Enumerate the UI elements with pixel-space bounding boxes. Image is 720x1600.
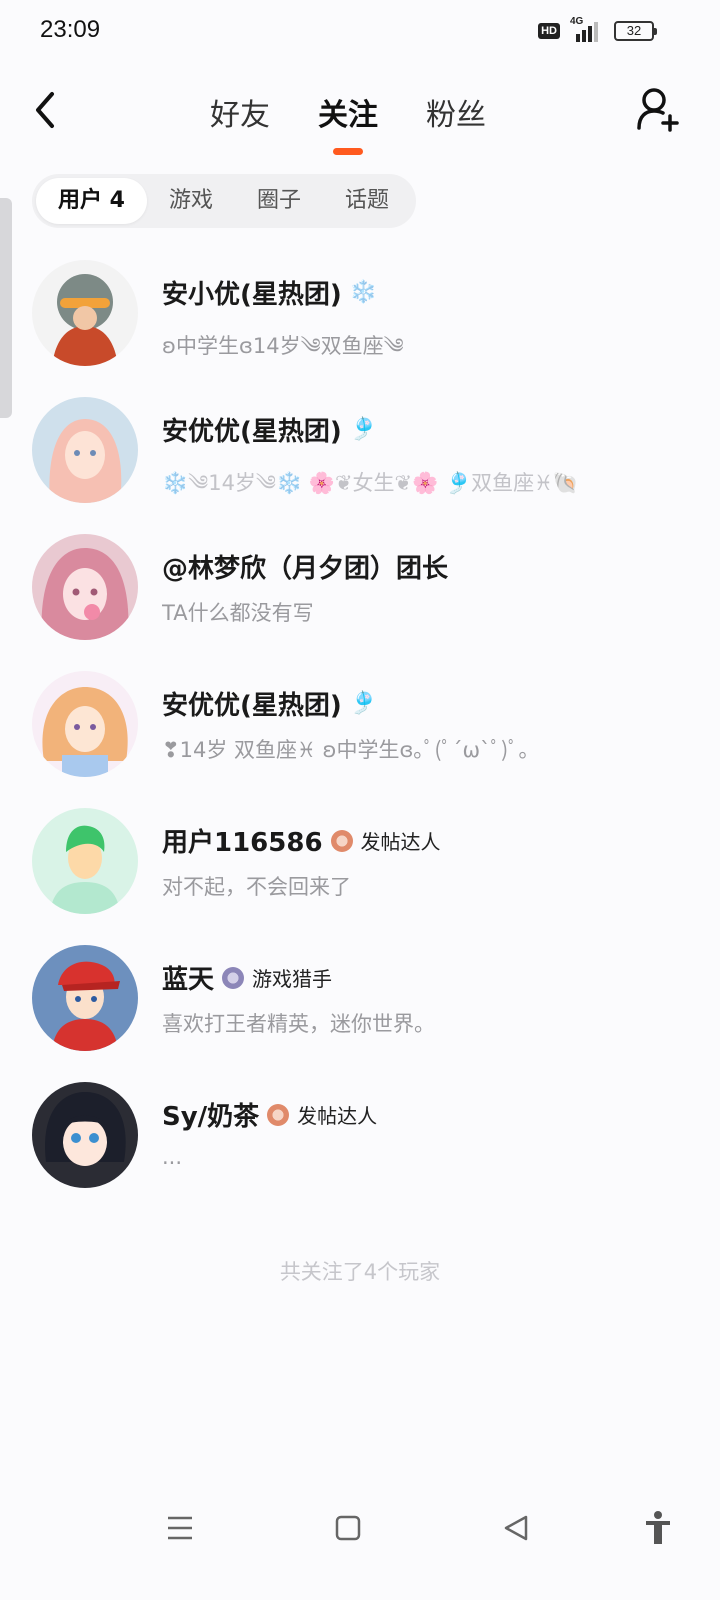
user-signature: ❄️༄14岁༄❄️ 🌸❦女生❦🌸 🎐双鱼座♓🐚 — [162, 471, 580, 495]
list-item[interactable]: @林梦欣（月夕团）团长 TA什么都没有写 — [0, 518, 720, 655]
follow-tabs: 好友 关注 粉丝 — [210, 90, 486, 155]
system-nav-bar — [0, 1490, 720, 1560]
tab-fans[interactable]: 粉丝 — [426, 90, 486, 134]
status-bar: 23:09 HD 4G 32 — [0, 0, 720, 64]
user-signature: TA什么都没有写 — [162, 601, 314, 625]
poster-badge-icon — [330, 829, 353, 852]
user-signature: ʚ中学生ɞ14岁༄双鱼座༄ — [162, 334, 404, 358]
user-signature: 对不起，不会回来了 — [162, 875, 351, 899]
triangle-back-icon — [504, 1515, 528, 1541]
subtab-games[interactable]: 游戏 — [147, 178, 235, 224]
home-button[interactable] — [328, 1508, 368, 1548]
subtab-users[interactable]: 用户 4 — [36, 178, 147, 224]
user-name: 用户116586 — [162, 828, 323, 858]
avatar[interactable] — [32, 671, 138, 777]
signal-icon: 4G — [570, 16, 604, 42]
following-count-note: 共关注了4个玩家 — [279, 1260, 441, 1284]
poster-badge-icon — [267, 1103, 290, 1126]
back-nav-button[interactable] — [496, 1508, 536, 1548]
avatar[interactable] — [32, 534, 138, 640]
avatar[interactable] — [32, 397, 138, 503]
user-signature: ... — [162, 1145, 183, 1169]
following-list: 安小优(星热团) ❄️ ʚ中学生ɞ14岁༄双鱼座༄ 安优优(星热团) 🎐 ❄️༄… — [0, 244, 720, 1203]
tab-friends[interactable]: 好友 — [210, 90, 270, 134]
user-name: @林梦欣（月夕团）团长 — [162, 554, 449, 584]
menu-icon — [168, 1516, 192, 1540]
user-badge-label: 发帖达人 — [360, 830, 441, 854]
snowflake-icon: ❄️ — [349, 280, 378, 305]
square-icon — [335, 1515, 361, 1541]
avatar[interactable] — [32, 945, 138, 1051]
status-time: 23:09 — [40, 16, 101, 43]
category-subtabs: 用户 4 游戏 圈子 话题 — [32, 174, 416, 228]
user-name: 蓝天 — [162, 965, 215, 995]
user-name: 安优优(星热团) — [162, 417, 342, 447]
top-nav: 好友 关注 粉丝 — [0, 80, 720, 160]
list-item[interactable]: 安优优(星热团) 🎐 ❄️༄14岁༄❄️ 🌸❦女生❦🌸 🎐双鱼座♓🐚 — [0, 381, 720, 518]
status-icons: HD 4G 32 — [538, 16, 657, 42]
hunter-badge-icon — [222, 966, 245, 989]
back-button[interactable] — [30, 88, 70, 132]
add-user-icon — [637, 88, 679, 132]
avatar[interactable] — [32, 808, 138, 914]
user-name: Sy/奶茶 — [162, 1102, 260, 1132]
list-item[interactable]: 用户116586 发帖达人 对不起，不会回来了 — [0, 792, 720, 929]
accessibility-icon — [646, 1511, 670, 1544]
tab-following[interactable]: 关注 — [318, 90, 378, 155]
active-tab-indicator — [333, 148, 363, 155]
list-item[interactable]: 安优优(星热团) 🎐 ❣14岁 双鱼座♓ ʚ中学生ɞ｡ﾟ(ﾟ´ω`ﾟ)ﾟ｡ — [0, 655, 720, 792]
wind-chime-icon: 🎐 — [349, 417, 378, 442]
user-badge-label: 游戏猎手 — [252, 967, 333, 991]
subtab-circles[interactable]: 圈子 — [235, 178, 323, 224]
chevron-left-icon — [36, 92, 54, 128]
user-signature: 喜欢打王者精英，迷你世界。 — [162, 1012, 435, 1036]
list-item[interactable]: 蓝天 游戏猎手 喜欢打王者精英，迷你世界。 — [0, 929, 720, 1066]
subtab-topics[interactable]: 话题 — [323, 178, 411, 224]
user-name: 安优优(星热团) — [162, 691, 342, 721]
avatar[interactable] — [32, 1082, 138, 1188]
user-signature: ❣14岁 双鱼座♓ ʚ中学生ɞ｡ﾟ(ﾟ´ω`ﾟ)ﾟ｡ — [162, 738, 530, 762]
list-item[interactable]: Sy/奶茶 发帖达人 ... — [0, 1066, 720, 1203]
wind-chime-icon: 🎐 — [349, 691, 378, 716]
accessibility-button[interactable] — [638, 1508, 678, 1548]
hd-icon: HD — [538, 23, 560, 39]
avatar[interactable] — [32, 260, 138, 366]
user-name: 安小优(星热团) — [162, 280, 342, 310]
menu-button[interactable] — [160, 1508, 200, 1548]
list-item[interactable]: 安小优(星热团) ❄️ ʚ中学生ɞ14岁༄双鱼座༄ — [0, 244, 720, 381]
battery-icon: 32 — [614, 21, 657, 41]
add-friend-button[interactable] — [636, 86, 680, 134]
user-badge-label: 发帖达人 — [297, 1104, 378, 1128]
